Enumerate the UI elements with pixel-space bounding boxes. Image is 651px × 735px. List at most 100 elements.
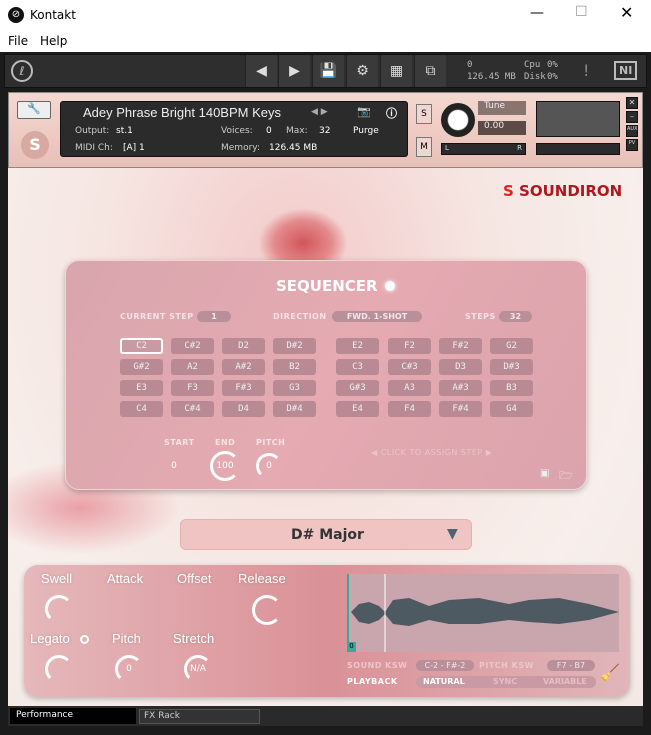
playback-sync[interactable]: SYNC (493, 677, 517, 686)
menu-help[interactable]: Help (40, 34, 67, 48)
layout-icon[interactable]: ▦ (380, 55, 412, 87)
note-button[interactable]: B2 (273, 359, 316, 375)
direction-value[interactable]: FWD. 1-SHOT (332, 311, 422, 322)
next-button[interactable]: ▶ (278, 55, 310, 87)
legato-knob[interactable] (45, 655, 73, 683)
note-button[interactable]: E3 (120, 380, 163, 396)
minimize-instrument-button[interactable]: – (626, 111, 638, 123)
note-button[interactable]: F3 (171, 380, 214, 396)
minimize-button[interactable]: — (530, 5, 544, 21)
note-button[interactable]: C#2 (171, 338, 214, 354)
release-knob[interactable] (252, 595, 282, 625)
camera-icon[interactable]: 📷 (357, 105, 371, 118)
note-button[interactable]: E2 (336, 338, 379, 354)
offset-label: Offset (177, 571, 212, 586)
pv-button[interactable]: PV (626, 139, 638, 151)
scale-dropdown[interactable]: D# Major ▼ (180, 519, 472, 550)
note-button[interactable]: G2 (490, 338, 533, 354)
note-button[interactable]: D2 (222, 338, 265, 354)
save-preset-icon[interactable]: ▣ (540, 468, 549, 479)
note-button[interactable]: C2 (120, 338, 163, 354)
start-knob[interactable]: 0 (161, 453, 187, 479)
sound-ksw-value[interactable]: C-2 - F#-2 (416, 660, 474, 671)
ni-logo[interactable]: NI (614, 61, 638, 80)
note-button[interactable]: A#3 (439, 380, 482, 396)
playback-natural[interactable]: NATURAL (423, 677, 465, 686)
note-button[interactable]: G#3 (336, 380, 379, 396)
purge-dropdown[interactable]: Purge (353, 126, 379, 136)
note-button[interactable]: E4 (336, 401, 379, 417)
offset-knob[interactable] (181, 601, 201, 621)
pitch-ksw-value[interactable]: F7 - B7 (547, 660, 595, 671)
instrument-name[interactable]: Adey Phrase Bright 140BPM Keys (83, 105, 281, 120)
warning-icon[interactable]: ! (583, 61, 589, 80)
broom-icon[interactable]: 🧹 (600, 663, 620, 682)
memory-readout: 126.45 MB (467, 72, 516, 82)
volume-slider[interactable] (536, 143, 620, 155)
note-button[interactable]: F4 (388, 401, 431, 417)
solo-button[interactable]: S (416, 104, 432, 124)
current-step-value[interactable]: 1 (197, 311, 231, 322)
info-icon[interactable]: ⓘ (386, 105, 397, 121)
note-button[interactable]: F2 (388, 338, 431, 354)
swell-knob[interactable] (45, 595, 73, 623)
note-button[interactable]: D3 (439, 359, 482, 375)
save-icon[interactable]: 💾 (312, 55, 344, 87)
assign-step-hint[interactable]: ◀ CLICK TO ASSIGN STEP ▶ (371, 448, 492, 457)
instrument-panel: Adey Phrase Bright 140BPM Keys ◀ ▶ 📷 ⓘ O… (60, 101, 408, 157)
resize-icon[interactable]: ⧉ (414, 55, 446, 87)
note-button[interactable]: D4 (222, 401, 265, 417)
note-button[interactable]: F#4 (439, 401, 482, 417)
pan-slider[interactable]: LR (441, 143, 526, 155)
waveform-display[interactable]: 0 (347, 574, 619, 652)
prev-button[interactable]: ◀ (245, 55, 277, 87)
stretch-knob[interactable]: N/A (184, 655, 212, 683)
tab-performance[interactable]: Performance (10, 708, 136, 724)
note-button[interactable]: A#2 (222, 359, 265, 375)
output-label: Output: (75, 126, 110, 136)
note-button[interactable]: C4 (120, 401, 163, 417)
sequencer-power-led[interactable] (385, 281, 395, 291)
prev-instrument-icon[interactable]: ◀ ▶ (311, 107, 328, 117)
note-button[interactable]: D#4 (273, 401, 316, 417)
mute-button[interactable]: M (416, 137, 432, 157)
max-value[interactable]: 32 (319, 126, 330, 136)
max-label: Max: (286, 126, 308, 136)
aux-button[interactable]: AUX (626, 125, 638, 137)
kontakt-logo-icon[interactable]: ℓ (11, 60, 33, 82)
note-button[interactable]: G3 (273, 380, 316, 396)
wrench-button[interactable]: 🔧 (17, 101, 51, 119)
note-button[interactable]: A2 (171, 359, 214, 375)
end-knob[interactable]: 100 (210, 451, 240, 481)
gear-icon[interactable]: ⚙ (346, 55, 378, 87)
legato-toggle[interactable] (80, 635, 89, 644)
note-button[interactable]: D#2 (273, 338, 316, 354)
close-button[interactable]: ✕ (620, 3, 633, 22)
note-button[interactable]: B3 (490, 380, 533, 396)
pitch-knob[interactable]: 0 (115, 655, 143, 683)
attack-knob[interactable] (112, 601, 132, 621)
steps-value[interactable]: 32 (499, 311, 532, 322)
tab-fx-rack[interactable]: FX Rack (139, 709, 260, 724)
note-button[interactable]: C#4 (171, 401, 214, 417)
note-button[interactable]: A3 (388, 380, 431, 396)
note-button[interactable]: G#2 (120, 359, 163, 375)
playback-variable[interactable]: VARIABLE (543, 677, 587, 686)
start-marker[interactable]: 0 (347, 642, 356, 652)
tune-value[interactable]: 0.00 (478, 121, 526, 135)
volume-knob[interactable] (441, 103, 475, 137)
note-button[interactable]: F#3 (222, 380, 265, 396)
note-button[interactable]: F#2 (439, 338, 482, 354)
midi-value[interactable]: [A] 1 (123, 143, 145, 153)
close-instrument-button[interactable]: ✕ (626, 97, 638, 109)
menu-file[interactable]: File (8, 34, 28, 48)
pitch-knob[interactable]: 0 (256, 453, 282, 479)
window-title: Kontakt (30, 8, 76, 22)
note-button[interactable]: D#3 (490, 359, 533, 375)
note-button[interactable]: G4 (490, 401, 533, 417)
load-preset-icon[interactable]: 🗁 (559, 467, 573, 486)
output-value[interactable]: st.1 (116, 126, 133, 136)
note-button[interactable]: C3 (336, 359, 379, 375)
note-button[interactable]: C#3 (388, 359, 431, 375)
maximize-button[interactable]: ☐ (575, 4, 588, 20)
